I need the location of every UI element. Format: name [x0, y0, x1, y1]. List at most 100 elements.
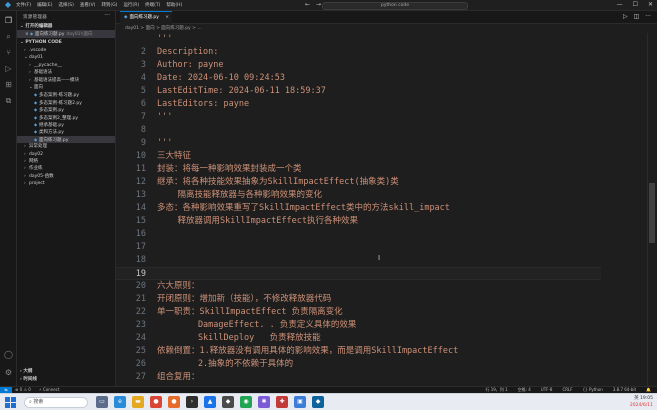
editor-scrollbar[interactable]: [647, 33, 655, 386]
file-item[interactable]: ◆ 多态案例.py: [17, 106, 115, 114]
search-icon[interactable]: ⌕: [3, 31, 14, 42]
folder-item[interactable]: › 异常处理: [17, 143, 115, 151]
outline-header[interactable]: › 大纲: [20, 368, 32, 374]
code-line[interactable]: 26 2.抽象的不依赖于具体的: [116, 358, 636, 371]
folder-item[interactable]: › 作业练: [17, 165, 115, 173]
folder-item[interactable]: › day02: [17, 151, 115, 159]
tab-close-icon[interactable]: ×: [165, 12, 169, 24]
code-line[interactable]: 12 继承：将各种技能效果抽象为SkillImpactEffect(抽象类)类: [116, 176, 636, 189]
vscode-taskbar-icon[interactable]: ◆: [312, 396, 324, 408]
folder-item[interactable]: › 网络: [17, 158, 115, 166]
menu-file[interactable]: 文件(F): [16, 2, 31, 8]
firefox-icon[interactable]: ●: [168, 396, 180, 408]
app-icon[interactable]: ▣: [294, 396, 306, 408]
task-view-icon[interactable]: ▭: [96, 396, 108, 408]
settings-gear-icon[interactable]: ⚙: [3, 367, 14, 378]
file-item[interactable]: ◆ 面向练习题.py: [17, 135, 115, 144]
app-icon[interactable]: ✱: [258, 396, 270, 408]
code-line[interactable]: 11 封装：将每一种影响效果封装成一个类: [116, 163, 636, 176]
file-item[interactable]: ◆ 多态案例-练习题2.py: [17, 99, 115, 107]
menu-terminal[interactable]: 终端(T): [145, 2, 160, 8]
breadcrumb[interactable]: day01 > 面向 > 面向练习题.py > ...: [116, 24, 657, 33]
remote-explorer-icon[interactable]: ⧉: [3, 95, 14, 106]
menu-go[interactable]: 转到(G): [101, 2, 117, 8]
more-actions-icon[interactable]: ···: [104, 12, 110, 19]
folder-item[interactable]: › 基础语法提高——模块: [17, 77, 115, 85]
folder-item[interactable]: › day05-函数: [17, 173, 115, 181]
explorer-icon[interactable]: ❐: [3, 15, 14, 26]
open-editors-header[interactable]: ⌄ 打开的编辑器: [20, 23, 52, 29]
folder-item[interactable]: ⌄面向: [17, 84, 115, 92]
folder-item[interactable]: › __pycache__: [17, 62, 115, 70]
split-editor-icon[interactable]: ◫: [634, 13, 640, 20]
menu-edit[interactable]: 编辑(E): [37, 2, 52, 8]
code-line[interactable]: 20 六大原则：: [116, 280, 636, 293]
app-icon[interactable]: ◆: [222, 396, 234, 408]
code-line[interactable]: 3 Author: payne: [116, 59, 636, 72]
input-language[interactable]: 英: [634, 396, 639, 401]
code-line[interactable]: 4 Date: 2024-06-10 09:24:53: [116, 72, 636, 85]
edge-browser-icon[interactable]: e: [114, 396, 126, 408]
code-line[interactable]: 2 Description:: [116, 46, 636, 59]
code-line[interactable]: 14 多态：各种影响效果重写了SkillImpactEffect类中的方法skil…: [116, 202, 636, 215]
back-arrow-icon[interactable]: ←: [305, 1, 310, 8]
timeline-header[interactable]: › 时间线: [20, 376, 37, 382]
code-line[interactable]: 19: [116, 267, 636, 280]
folder-item[interactable]: ⌄day01: [17, 54, 115, 62]
file-item[interactable]: ◆ 类和方法.py: [17, 128, 115, 136]
file-item[interactable]: ◆ 多态案例2_整理.py: [17, 114, 115, 122]
folder-item[interactable]: › project: [17, 180, 115, 188]
menu-view[interactable]: 查看(V): [80, 2, 96, 8]
app-icon[interactable]: ✚: [276, 396, 288, 408]
code-line[interactable]: 8: [116, 124, 636, 137]
open-editor-item[interactable]: ×◆ 面向练习题.py day01\\面向: [17, 30, 115, 38]
more-actions-icon[interactable]: ···: [645, 13, 651, 20]
forward-arrow-icon[interactable]: →: [316, 1, 321, 8]
folder-item[interactable]: › .vscode: [17, 47, 115, 55]
code-line[interactable]: 22 单一职责：SkillImpactEffect 负责隔离变化: [116, 306, 636, 319]
code-line[interactable]: 9 ''': [116, 137, 636, 150]
code-line[interactable]: 27 组合复用：: [116, 371, 636, 384]
start-menu-icon[interactable]: [5, 397, 16, 408]
folder-item[interactable]: › 基础语法: [17, 69, 115, 77]
file-item[interactable]: ◆ 继承基础.py: [17, 121, 115, 129]
code-line[interactable]: 23 DamageEffect. . 负责定义具体的效果: [116, 319, 636, 332]
project-header[interactable]: ⌄ PYTHON CODE: [20, 40, 62, 45]
code-line[interactable]: 6 LastEditors: payne: [116, 98, 636, 111]
menu-selection[interactable]: 选择(S): [58, 2, 73, 8]
menu-help[interactable]: 帮助(H): [166, 2, 182, 8]
code-line[interactable]: 18: [116, 254, 636, 267]
chrome-icon[interactable]: ●: [150, 396, 162, 408]
menu-run[interactable]: 运行(R): [123, 2, 139, 8]
command-center-search[interactable]: python code: [322, 1, 468, 10]
code-line[interactable]: 10 三大特征: [116, 150, 636, 163]
terminal-app-icon[interactable]: ›: [186, 396, 198, 408]
code-line[interactable]: 7 ''': [116, 111, 636, 124]
code-line[interactable]: 13 隔离技能释放器与各种影响效果的变化: [116, 189, 636, 202]
code-line[interactable]: 5 LastEditTime: 2024-06-11 18:59:37: [116, 85, 636, 98]
account-icon[interactable]: ◯: [3, 349, 14, 360]
code-line[interactable]: 15 释放器调用SkillImpactEffect执行各种效果: [116, 215, 636, 228]
file-item[interactable]: ◆ 多态案例-练习题.py: [17, 91, 115, 99]
run-python-icon[interactable]: ▷: [623, 13, 628, 20]
code-line[interactable]: 17: [116, 241, 636, 254]
wechat-icon[interactable]: ◉: [240, 396, 252, 408]
app-icon[interactable]: ▲: [204, 396, 216, 408]
taskbar-search[interactable]: ⌕ 搜索: [24, 397, 88, 408]
minimap[interactable]: [601, 33, 641, 386]
code-line[interactable]: 25 依赖倒置：1.释放器没有调用具体的影响效果，而是调用SkillImpactE…: [116, 345, 636, 358]
code-line[interactable]: 16: [116, 228, 636, 241]
code-line[interactable]: 24 SkillDeploy 负责释放技能: [116, 332, 636, 345]
scrollbar-thumb[interactable]: [649, 183, 655, 243]
maximize-button[interactable]: ☐: [633, 1, 638, 8]
code-line[interactable]: ''': [116, 33, 636, 46]
tab-active-file[interactable]: ◆ 面向练习题.py ×: [120, 11, 172, 24]
extensions-icon[interactable]: ⊞: [3, 79, 14, 90]
file-explorer-icon[interactable]: ▬: [132, 396, 144, 408]
run-debug-icon[interactable]: ▷: [3, 63, 14, 74]
code-line[interactable]: 21 开闭原则：增加新（技能），不修改释放器代码: [116, 293, 636, 306]
close-button[interactable]: ✕: [648, 1, 653, 8]
system-tray[interactable]: 英 19:05 2024/6/11: [630, 396, 653, 409]
source-control-icon[interactable]: ⑂: [3, 47, 14, 58]
code-editor[interactable]: ''' 2 Description: 3 Author: payne 4 Date: 202…: [116, 33, 657, 386]
